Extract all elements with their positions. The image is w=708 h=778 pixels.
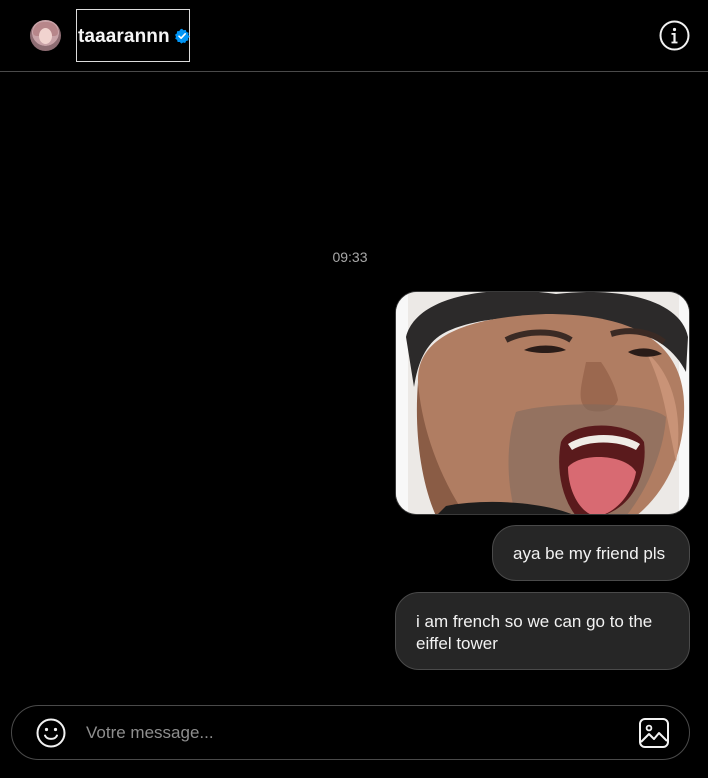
message-composer [11,705,690,760]
message-bubble[interactable]: i am french so we can go to the eiffel t… [395,592,690,670]
avatar[interactable] [30,20,61,51]
message-text: i am french so we can go to the eiffel t… [416,612,653,653]
info-icon[interactable] [659,20,690,51]
image-icon[interactable] [638,717,670,749]
message-bubble[interactable]: aya be my friend pls [492,525,690,581]
emoji-icon[interactable] [36,718,66,748]
verified-badge-icon [175,28,190,44]
chat-header: taaarannn [0,0,708,72]
username[interactable]: taaarannn [78,26,170,48]
message-timestamp: 09:33 [332,249,368,265]
message-text: aya be my friend pls [513,544,666,563]
username-link[interactable]: taaarannn [76,9,190,62]
message-input[interactable] [86,720,616,746]
image-message[interactable] [395,291,690,515]
photo-message [396,292,689,514]
